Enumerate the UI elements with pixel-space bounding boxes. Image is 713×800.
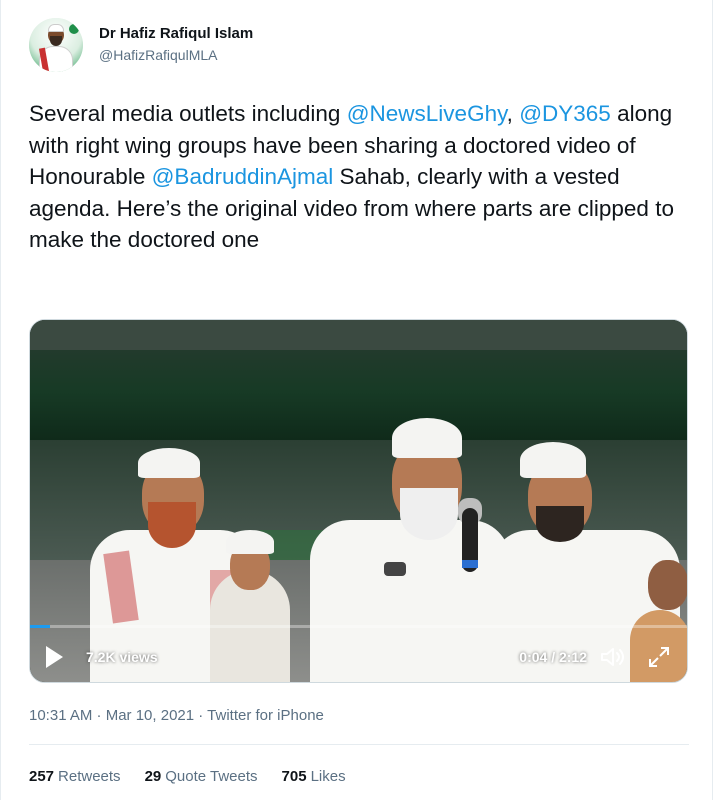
quote-tweets-stat[interactable]: 29 Quote Tweets [145,768,258,785]
divider [29,744,689,745]
play-icon[interactable] [46,646,63,668]
mention-link-badruddinajmal[interactable]: @BadruddinAjmal [152,164,334,189]
likes-count: 705 [281,768,307,785]
tweet-text-segment: , [506,101,520,126]
tweet-stats: 257 Retweets 29 Quote Tweets 705 Likes [29,768,370,785]
mention-link-newsliveghy[interactable]: @NewsLiveGhy [347,101,507,126]
video-views: 7.2K views [86,649,158,665]
tweet-card: Dr Hafiz Rafiqul Islam @HafizRafiqulMLA … [0,0,713,800]
quote-tweets-count: 29 [144,768,162,785]
author-handle[interactable]: @HafizRafiqulMLA [99,47,217,63]
tweet-text: Several media outlets including @NewsLiv… [29,98,689,256]
likes-label: Likes [310,768,346,785]
fullscreen-icon[interactable] [647,645,671,669]
tweet-timestamp[interactable]: 10:31 AM · Mar 10, 2021 · Twitter for iP… [29,707,324,724]
avatar[interactable] [29,18,83,72]
video-progress-bar[interactable] [30,625,687,628]
retweets-label: Retweets [58,768,121,785]
mention-link-dy365[interactable]: @DY365 [519,101,611,126]
likes-stat[interactable]: 705 Likes [282,768,346,785]
video-person [310,520,510,682]
video-player[interactable]: 7.2K views 0:04 / 2:12 [29,319,688,683]
author-name[interactable]: Dr Hafiz Rafiqul Islam [99,25,253,42]
retweets-stat[interactable]: 257 Retweets [29,768,121,785]
volume-icon[interactable] [599,645,627,669]
quote-tweets-label: Quote Tweets [165,768,258,785]
tweet-text-segment: Several media outlets including [29,101,347,126]
video-time: 0:04 / 2:12 [519,649,587,665]
retweets-count: 257 [29,768,55,785]
video-progress-fill [30,625,50,628]
